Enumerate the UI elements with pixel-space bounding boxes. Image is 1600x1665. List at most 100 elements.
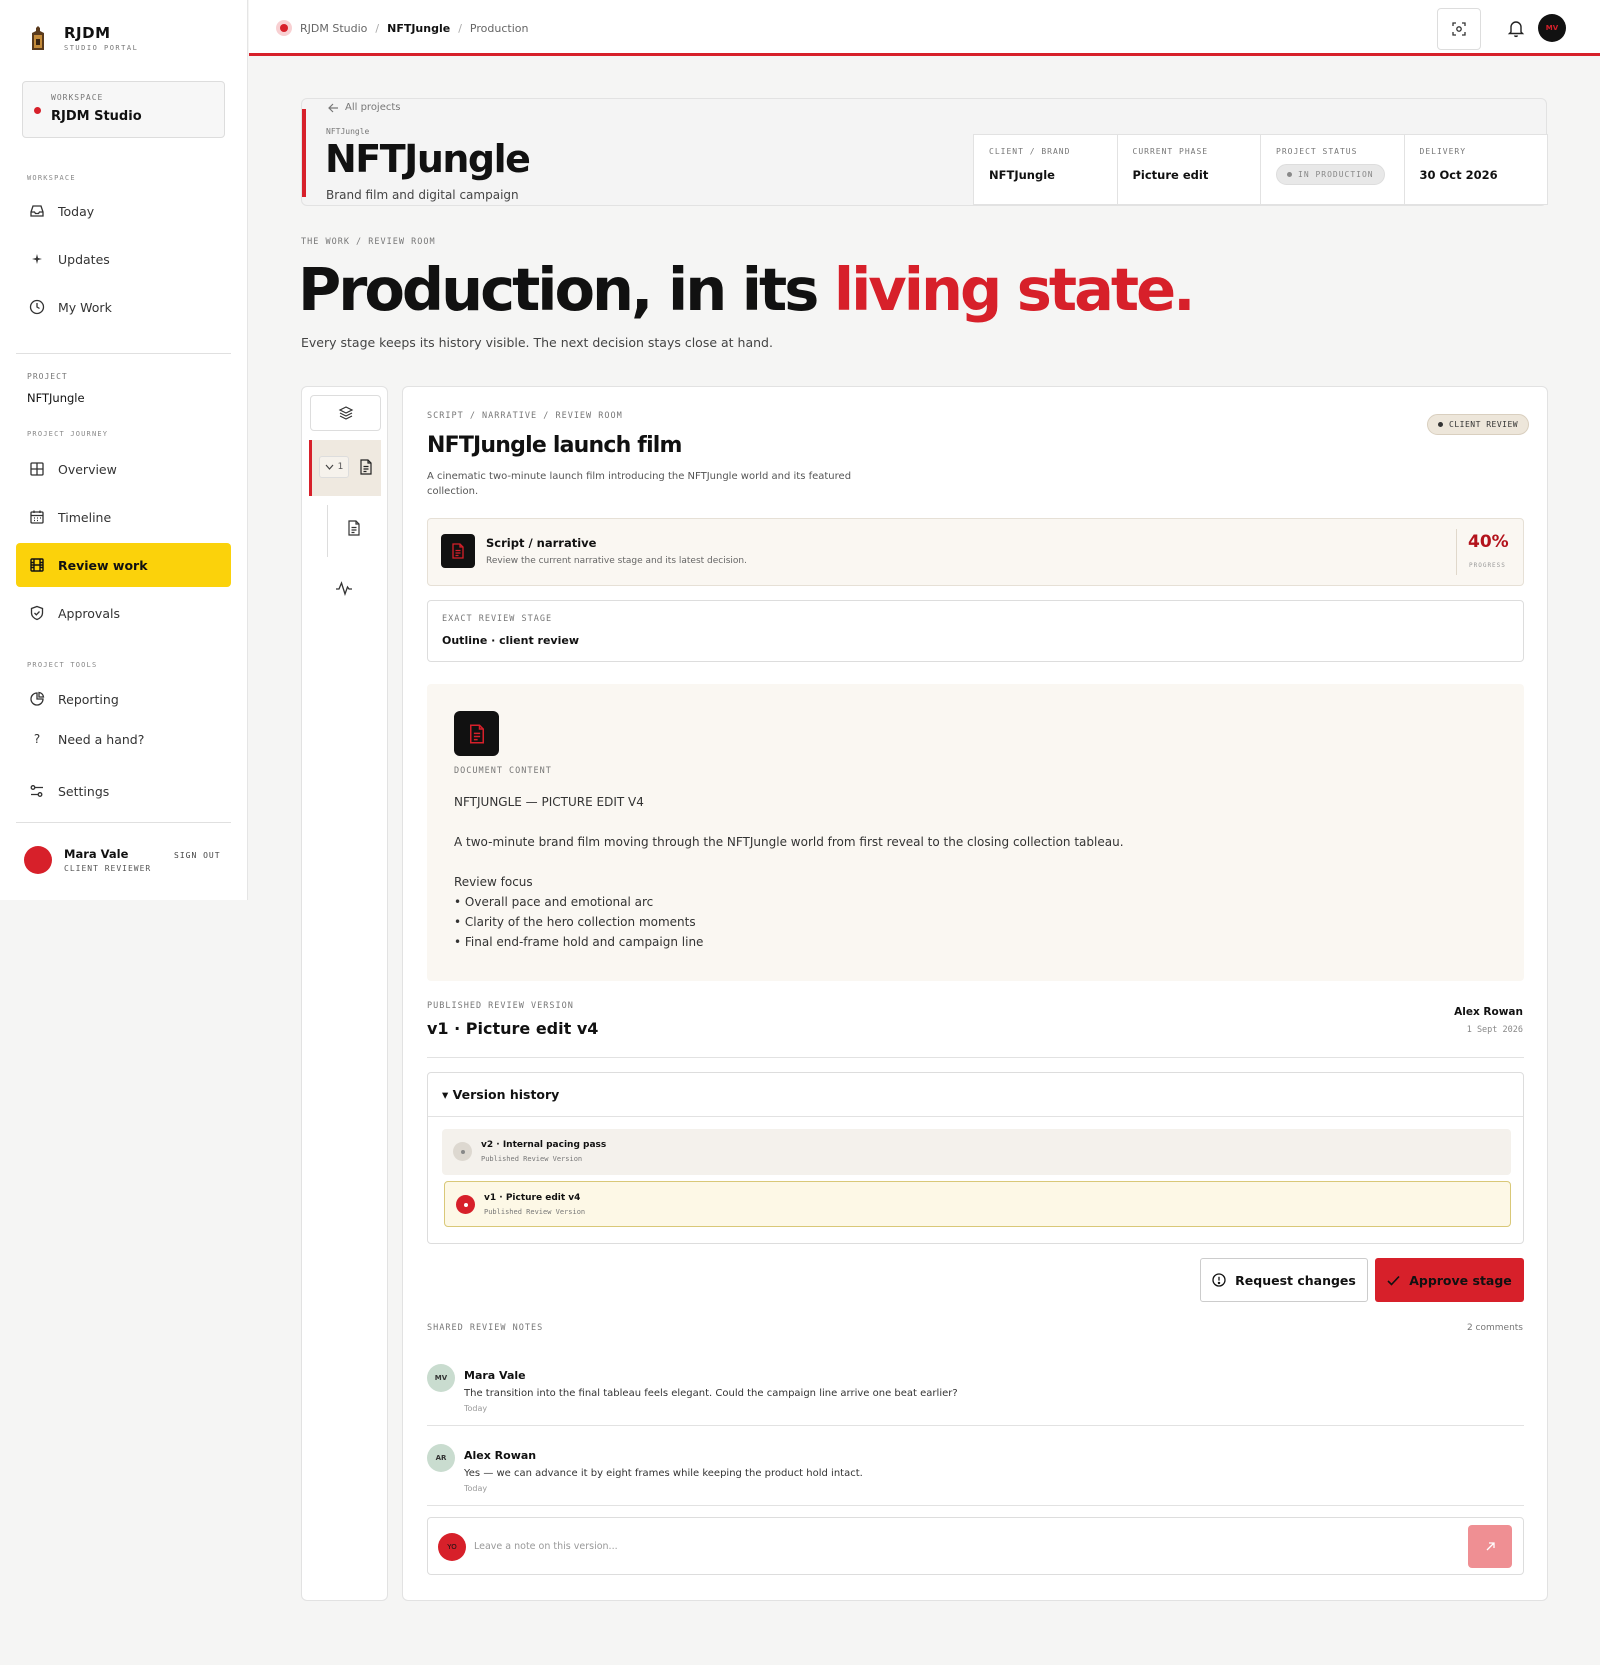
progress-label: PROGRESS <box>1469 562 1506 569</box>
sidebar-item-help[interactable]: ? Need a hand? <box>16 717 231 761</box>
logo-icon <box>32 26 44 50</box>
document-label: DOCUMENT CONTENT <box>454 766 552 776</box>
document-body: NFTJUNGLE — PICTURE EDIT V4 A two-minute… <box>454 792 1124 952</box>
notes-label: SHARED REVIEW NOTES <box>427 1323 544 1333</box>
focus-item: • Clarity of the hero collection moments <box>454 915 696 929</box>
bell-icon[interactable] <box>1506 18 1526 38</box>
comment-text: The transition into the final tableau fe… <box>464 1388 958 1399</box>
grid-icon <box>28 460 46 478</box>
divider <box>428 1116 1523 1117</box>
project-subtitle: Brand film and digital campaign <box>326 188 519 202</box>
workspace-switcher[interactable]: WORKSPACE RJDM Studio <box>22 81 225 138</box>
version-history: ▾ Version history v2 · Internal pacing p… <box>427 1072 1524 1244</box>
rail-connector <box>327 505 328 557</box>
document-heading: NFTJUNGLE — PICTURE EDIT V4 <box>454 795 644 809</box>
sign-out-button[interactable]: SIGN OUT <box>174 851 221 860</box>
meta-label: CLIENT / BRAND <box>989 147 1071 156</box>
sidebar-item-today[interactable]: Today <box>16 189 231 233</box>
stage-card: Script / narrative Review the current na… <box>427 518 1524 586</box>
section-workspace: WORKSPACE <box>27 174 76 182</box>
rail-item-script[interactable]: 1 <box>309 440 381 496</box>
divider <box>16 353 231 354</box>
version-subtitle: Published Review Version <box>481 1155 583 1163</box>
alert-circle-icon <box>1212 1273 1226 1287</box>
status-text: CLIENT REVIEW <box>1449 420 1519 429</box>
approve-stage-button[interactable]: Approve stage <box>1375 1258 1524 1302</box>
comment-time: Today <box>464 1404 488 1413</box>
sidebar-item-approvals[interactable]: Approvals <box>16 591 231 635</box>
comment-input[interactable] <box>474 1534 1374 1558</box>
version-item[interactable]: v2 · Internal pacing pass Published Revi… <box>442 1129 1511 1175</box>
sidebar-item-settings[interactable]: Settings <box>16 769 231 813</box>
shield-check-icon <box>28 604 46 622</box>
document-icon <box>454 711 499 756</box>
document-icon[interactable] <box>347 520 361 536</box>
version-title: v2 · Internal pacing pass <box>481 1140 607 1150</box>
divider <box>1456 529 1457 575</box>
sidebar-item-reporting[interactable]: Reporting <box>16 677 231 721</box>
focus-title: Review focus <box>454 875 533 889</box>
project-title: NFTJungle <box>325 137 531 181</box>
sidebar-item-my-work[interactable]: My Work <box>16 285 231 329</box>
meta-label: DELIVERY <box>1419 147 1467 156</box>
project-meta: CLIENT / BRAND NFTJungle CURRENT PHASE P… <box>973 134 1548 205</box>
breadcrumb-studio[interactable]: RJDM Studio <box>300 22 367 35</box>
stage-toggle[interactable]: 1 <box>319 456 349 478</box>
sidebar-item-updates[interactable]: Updates <box>16 237 231 281</box>
back-link-label: All projects <box>345 102 401 113</box>
review-description: A cinematic two-minute launch film intro… <box>427 471 852 497</box>
avatar: AR <box>427 1444 455 1472</box>
avatar: YO <box>438 1533 466 1561</box>
meta-value: Picture edit <box>1132 168 1209 182</box>
progress-value: 40% <box>1468 532 1509 552</box>
meta-value: 30 Oct 2026 <box>1419 168 1498 182</box>
focus-mode-button[interactable] <box>1437 8 1481 50</box>
version-subtitle: Published Review Version <box>484 1208 586 1216</box>
sidebar-item-review-work[interactable]: Review work <box>16 543 231 587</box>
pie-chart-icon <box>28 690 46 708</box>
back-link[interactable]: All projects <box>328 102 401 113</box>
activity-icon[interactable] <box>335 580 353 596</box>
sidebar-item-label: Need a hand? <box>58 731 145 747</box>
published-author: Alex Rowan <box>1454 1006 1523 1018</box>
send-button[interactable] <box>1468 1525 1512 1568</box>
check-icon <box>1387 1275 1400 1286</box>
arrow-up-right-icon <box>1486 1542 1495 1551</box>
sidebar-item-label: My Work <box>58 299 112 315</box>
request-changes-button[interactable]: Request changes <box>1200 1258 1368 1302</box>
exact-stage-label: EXACT REVIEW STAGE <box>442 614 553 624</box>
comment-composer: YO <box>427 1517 1524 1575</box>
sidebar-item-label: Approvals <box>58 605 120 621</box>
breadcrumb-page: Production <box>469 21 529 35</box>
comment-author: Mara Vale <box>464 1369 526 1382</box>
breadcrumb-project[interactable]: NFTJungle <box>387 22 450 35</box>
sidebar-item-label: Review work <box>58 557 148 573</box>
review-title: NFTJungle launch film <box>427 433 682 458</box>
focus-item: • Overall pace and emotional arc <box>454 895 654 909</box>
status-badge: IN PRODUCTION <box>1276 164 1385 185</box>
version-history-toggle[interactable]: ▾ Version history <box>442 1087 559 1102</box>
avatar[interactable]: MV <box>1538 14 1566 42</box>
sidebar: RJDM STUDIO PORTAL WORKSPACE RJDM Studio… <box>0 0 248 900</box>
sliders-icon <box>28 782 46 800</box>
sidebar-item-label: Updates <box>58 251 110 267</box>
page-title-accent: living state. <box>833 255 1196 324</box>
meta-client: CLIENT / BRAND NFTJungle <box>974 135 1118 204</box>
sidebar-item-timeline[interactable]: Timeline <box>16 495 231 539</box>
status-text: IN PRODUCTION <box>1298 170 1374 179</box>
sidebar-item-label: Timeline <box>58 509 112 525</box>
meta-label: CURRENT PHASE <box>1132 147 1209 156</box>
breadcrumb: RJDM Studio / NFTJungle / Production <box>276 20 528 36</box>
user-profile[interactable]: Mara Vale CLIENT REVIEWER <box>24 846 151 874</box>
brand[interactable]: RJDM STUDIO PORTAL <box>26 24 138 52</box>
breadcrumb-separator: / <box>375 21 380 35</box>
page-title: Production, in its living state. <box>298 255 1196 324</box>
version-item-selected[interactable]: v1 · Picture edit v4 Published Review Ve… <box>444 1181 1511 1227</box>
brand-sub: STUDIO PORTAL <box>64 44 139 52</box>
film-icon <box>28 556 46 574</box>
document-content: DOCUMENT CONTENT NFTJUNGLE — PICTURE EDI… <box>427 684 1524 981</box>
comment-text: Yes — we can advance it by eight frames … <box>464 1468 863 1479</box>
sidebar-item-label: Settings <box>58 783 110 799</box>
layers-button[interactable] <box>310 395 381 431</box>
sidebar-item-overview[interactable]: Overview <box>16 447 231 491</box>
